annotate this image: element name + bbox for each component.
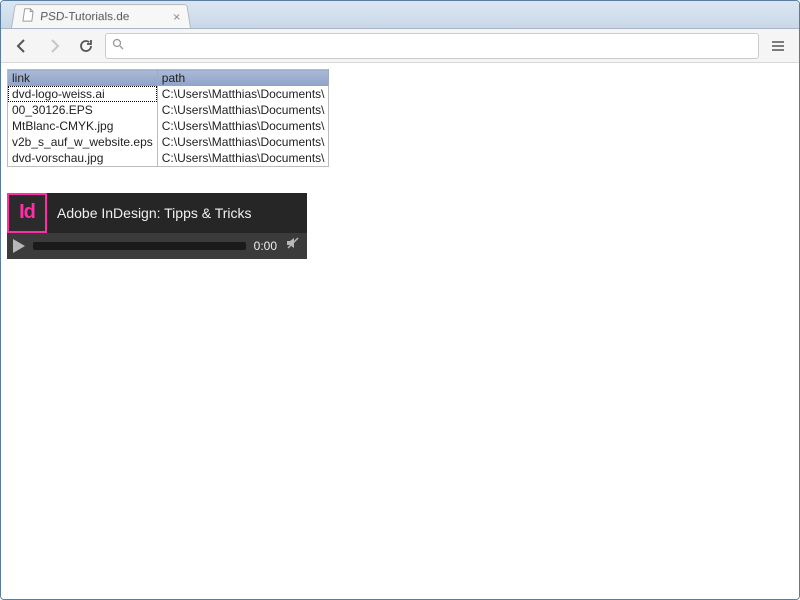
mute-button[interactable]	[285, 235, 301, 256]
browser-tab[interactable]: PSD-Tutorials.de ×	[11, 4, 191, 28]
video-player: Id Adobe InDesign: Tipps & Tricks 0:00	[7, 193, 307, 259]
video-controls: 0:00	[7, 233, 307, 259]
browser-toolbar	[1, 29, 799, 63]
mute-icon	[285, 235, 301, 251]
cell-path: C:\Users\Matthias\Documents\	[157, 102, 329, 118]
cell-path: C:\Users\Matthias\Documents\	[157, 118, 329, 134]
links-table: link path dvd-logo-weiss.aiC:\Users\Matt…	[7, 69, 329, 167]
time-display: 0:00	[254, 239, 277, 253]
table-row[interactable]: v2b_s_auf_w_website.epsC:\Users\Matthias…	[8, 134, 329, 150]
table-row[interactable]: dvd-logo-weiss.aiC:\Users\Matthias\Docum…	[8, 86, 329, 102]
tab-strip: PSD-Tutorials.de ×	[1, 0, 799, 29]
menu-button[interactable]	[765, 33, 791, 59]
reload-button[interactable]	[73, 33, 99, 59]
reload-icon	[78, 38, 94, 54]
table-row[interactable]: 00_30126.EPSC:\Users\Matthias\Documents\	[8, 102, 329, 118]
page-content: link path dvd-logo-weiss.aiC:\Users\Matt…	[1, 63, 799, 599]
menu-icon	[770, 38, 786, 54]
video-title: Adobe InDesign: Tipps & Tricks	[57, 205, 252, 221]
cell-path: C:\Users\Matthias\Documents\	[157, 86, 329, 102]
table-row[interactable]: MtBlanc-CMYK.jpgC:\Users\Matthias\Docume…	[8, 118, 329, 134]
table-header-row: link path	[8, 70, 329, 87]
back-icon	[13, 37, 31, 55]
column-header-link[interactable]: link	[8, 70, 158, 87]
cell-link: dvd-logo-weiss.ai	[8, 86, 158, 102]
column-header-path[interactable]: path	[157, 70, 329, 87]
indesign-logo-icon: Id	[7, 193, 47, 233]
cell-link: v2b_s_auf_w_website.eps	[8, 134, 158, 150]
document-icon	[20, 8, 35, 25]
video-header: Id Adobe InDesign: Tipps & Tricks	[7, 193, 307, 233]
cell-path: C:\Users\Matthias\Documents\	[157, 134, 329, 150]
tab-close-icon[interactable]: ×	[172, 9, 181, 23]
table-row[interactable]: dvd-vorschau.jpgC:\Users\Matthias\Docume…	[8, 150, 329, 166]
cell-link: MtBlanc-CMYK.jpg	[8, 118, 158, 134]
cell-link: dvd-vorschau.jpg	[8, 150, 158, 166]
back-button[interactable]	[9, 33, 35, 59]
address-bar[interactable]	[105, 33, 759, 59]
search-icon	[112, 38, 124, 53]
progress-bar[interactable]	[33, 242, 246, 250]
forward-icon	[45, 37, 63, 55]
browser-window: PSD-Tutorials.de × link p	[0, 0, 800, 600]
forward-button[interactable]	[41, 33, 67, 59]
cell-path: C:\Users\Matthias\Documents\	[157, 150, 329, 166]
tab-title: PSD-Tutorials.de	[40, 10, 130, 23]
cell-link: 00_30126.EPS	[8, 102, 158, 118]
play-button[interactable]	[13, 239, 25, 253]
